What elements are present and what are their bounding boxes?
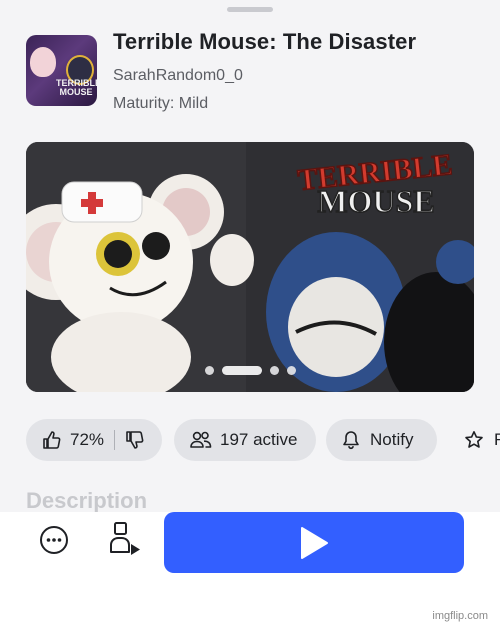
banner-artwork: TERRIBLE MOUSE — [26, 142, 474, 392]
game-details-sheet: TERRIBLE MOUSE Terrible Mouse: The Disas… — [0, 0, 500, 512]
notify-button[interactable]: Notify — [326, 419, 437, 461]
rating-pill: 72% — [26, 419, 162, 461]
thumbs-down-icon[interactable] — [125, 430, 145, 450]
maturity-rating: Maturity: Mild — [113, 95, 209, 112]
notify-label: Notify — [370, 430, 414, 449]
avatar-play-button[interactable] — [108, 520, 142, 558]
carousel-dot-active[interactable] — [221, 366, 262, 375]
more-icon — [40, 526, 68, 554]
svg-text:MOUSE: MOUSE — [317, 183, 434, 219]
favorite-label: F — [494, 430, 500, 449]
thumbnail-logo: TERRIBLE MOUSE — [56, 78, 97, 97]
watermark: imgflip.com — [432, 610, 488, 622]
carousel-dot[interactable] — [204, 366, 214, 375]
active-count: 197 active — [220, 430, 298, 449]
thumbnail-character-left — [30, 47, 56, 77]
active-players-pill: 197 active — [174, 419, 316, 461]
game-thumbnail: TERRIBLE MOUSE — [26, 35, 97, 106]
carousel-indicator[interactable] — [26, 366, 474, 375]
bell-icon — [342, 430, 360, 450]
rating-divider — [114, 430, 116, 450]
carousel-dot[interactable] — [269, 366, 279, 375]
media-carousel[interactable]: TERRIBLE MOUSE — [26, 142, 474, 392]
avatar-play-icon — [110, 522, 140, 555]
game-title: Terrible Mouse: The Disaster — [113, 29, 417, 54]
carousel-dot[interactable] — [286, 366, 296, 375]
play-button[interactable] — [164, 512, 464, 573]
thumbs-up-icon[interactable] — [42, 430, 62, 450]
drag-handle[interactable] — [227, 7, 273, 12]
creator-name[interactable]: SarahRandom0_0 — [113, 67, 243, 85]
description-heading: Description — [26, 488, 148, 512]
people-icon — [190, 430, 212, 450]
star-icon — [464, 430, 484, 450]
more-options-button[interactable] — [38, 524, 70, 556]
play-icon — [301, 526, 328, 559]
favorite-button[interactable]: F — [451, 419, 500, 461]
rating-value: 72% — [70, 430, 105, 449]
